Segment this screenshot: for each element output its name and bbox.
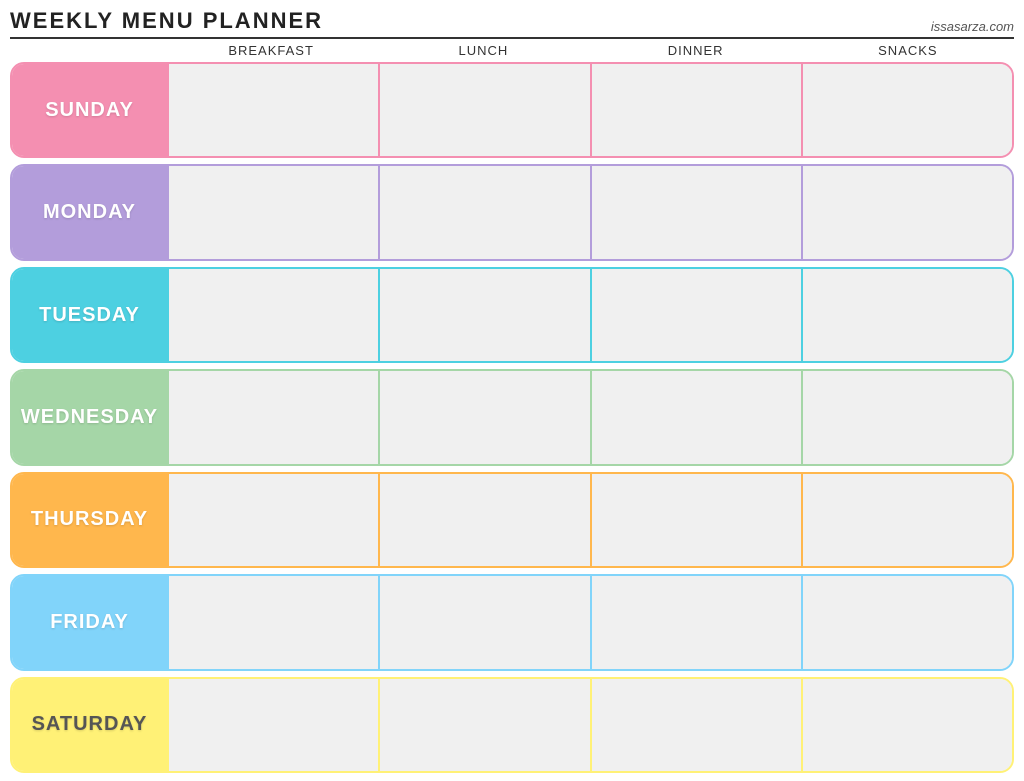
meal-cell-thursday-breakfast[interactable] bbox=[167, 474, 378, 566]
meal-cell-sunday-dinner[interactable] bbox=[590, 64, 801, 156]
column-headers: Breakfast Lunch Dinner Snacks bbox=[10, 43, 1014, 58]
meal-cell-monday-dinner[interactable] bbox=[590, 166, 801, 258]
meal-cell-sunday-lunch[interactable] bbox=[378, 64, 589, 156]
day-label-sunday: Sunday bbox=[12, 64, 167, 156]
day-label-friday: Friday bbox=[12, 576, 167, 668]
day-row-monday: Monday bbox=[10, 164, 1014, 260]
meal-cell-tuesday-lunch[interactable] bbox=[378, 269, 589, 361]
day-row-wednesday: Wednesday bbox=[10, 369, 1014, 465]
meal-cell-wednesday-breakfast[interactable] bbox=[167, 371, 378, 463]
col-snacks: Snacks bbox=[802, 43, 1014, 58]
day-label-thursday: Thursday bbox=[12, 474, 167, 566]
meal-cell-saturday-breakfast[interactable] bbox=[167, 679, 378, 771]
day-row-friday: Friday bbox=[10, 574, 1014, 670]
page-header: Weekly Menu Planner issasarza.com bbox=[10, 8, 1014, 39]
site-url: issasarza.com bbox=[931, 19, 1014, 34]
meal-cell-friday-breakfast[interactable] bbox=[167, 576, 378, 668]
col-lunch: Lunch bbox=[377, 43, 589, 58]
day-row-saturday: Saturday bbox=[10, 677, 1014, 773]
day-label-wednesday: Wednesday bbox=[12, 371, 167, 463]
day-row-sunday: Sunday bbox=[10, 62, 1014, 158]
meal-cell-tuesday-dinner[interactable] bbox=[590, 269, 801, 361]
day-label-tuesday: Tuesday bbox=[12, 269, 167, 361]
meal-cell-sunday-snacks[interactable] bbox=[801, 64, 1012, 156]
day-row-tuesday: Tuesday bbox=[10, 267, 1014, 363]
meal-cell-saturday-snacks[interactable] bbox=[801, 679, 1012, 771]
meal-cell-thursday-lunch[interactable] bbox=[378, 474, 589, 566]
day-rows: Sunday Monday Tuesday Wednesday Thursday Frid… bbox=[10, 62, 1014, 773]
day-row-thursday: Thursday bbox=[10, 472, 1014, 568]
meal-cell-monday-lunch[interactable] bbox=[378, 166, 589, 258]
meal-cell-wednesday-snacks[interactable] bbox=[801, 371, 1012, 463]
meal-cell-sunday-breakfast[interactable] bbox=[167, 64, 378, 156]
meal-cell-friday-dinner[interactable] bbox=[590, 576, 801, 668]
meal-cell-tuesday-snacks[interactable] bbox=[801, 269, 1012, 361]
meal-cell-wednesday-dinner[interactable] bbox=[590, 371, 801, 463]
meal-cell-monday-breakfast[interactable] bbox=[167, 166, 378, 258]
col-spacer bbox=[10, 43, 165, 58]
meal-cell-wednesday-lunch[interactable] bbox=[378, 371, 589, 463]
meal-cell-saturday-dinner[interactable] bbox=[590, 679, 801, 771]
col-dinner: Dinner bbox=[590, 43, 802, 58]
meal-cell-friday-lunch[interactable] bbox=[378, 576, 589, 668]
meal-cell-thursday-dinner[interactable] bbox=[590, 474, 801, 566]
page-title: Weekly Menu Planner bbox=[10, 8, 323, 34]
meal-cell-thursday-snacks[interactable] bbox=[801, 474, 1012, 566]
meal-cell-saturday-lunch[interactable] bbox=[378, 679, 589, 771]
day-label-saturday: Saturday bbox=[12, 679, 167, 771]
col-breakfast: Breakfast bbox=[165, 43, 377, 58]
meal-cell-tuesday-breakfast[interactable] bbox=[167, 269, 378, 361]
meal-cell-monday-snacks[interactable] bbox=[801, 166, 1012, 258]
day-label-monday: Monday bbox=[12, 166, 167, 258]
meal-cell-friday-snacks[interactable] bbox=[801, 576, 1012, 668]
